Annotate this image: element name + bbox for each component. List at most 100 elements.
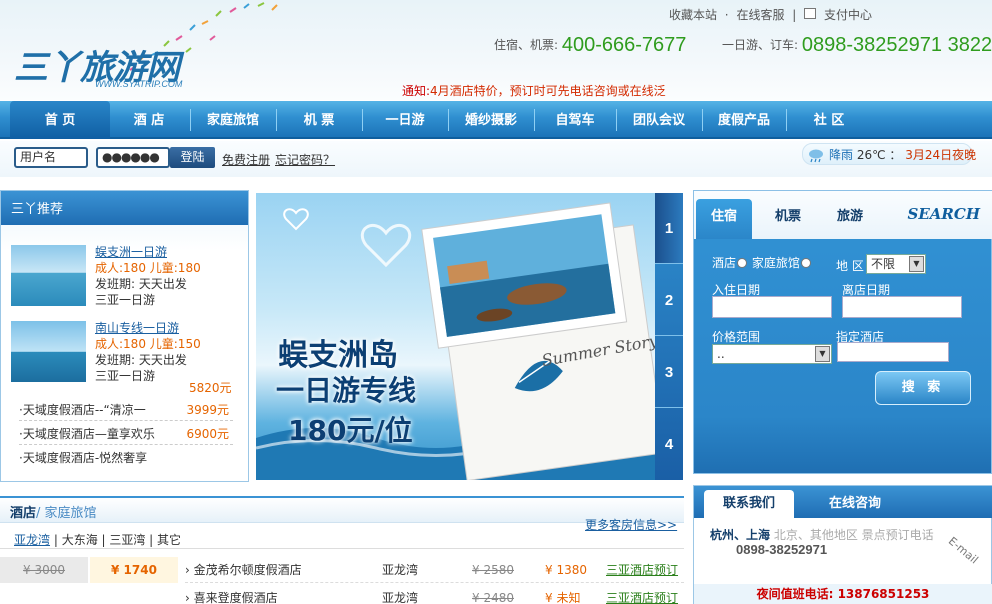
city-others[interactable]: 北京、其他地区 景点预订电话 [770, 528, 934, 542]
recommend-item-title[interactable]: 蜈支洲一日游 [95, 243, 167, 260]
main-nav: 首 页 酒 店 家庭旅馆 机 票 一日游 婚纱摄影 自驾车 团队会议 度假产品 … [0, 101, 992, 139]
register-link[interactable]: 免费注册 [222, 151, 270, 168]
nav-self-drive[interactable]: 自驾车 [538, 101, 612, 139]
weather-separator: ： [889, 148, 902, 162]
hotel-package-item[interactable]: ·天域度假酒店-悦然奢享 [19, 447, 233, 469]
table-row[interactable]: › 喜来登度假酒店 亚龙湾 ¥ 2480 ¥ 未知 三亚酒店预订 [185, 585, 684, 604]
price-range-label: 价格范围 [712, 330, 761, 344]
rain-cloud-icon [809, 149, 823, 163]
nav-family-inn[interactable]: 家庭旅馆 [194, 101, 272, 139]
nav-wedding-photo[interactable]: 婚纱摄影 [452, 101, 530, 139]
site-logo-url: WWW.SYATRIP.COM [95, 79, 183, 89]
hotel-package-item[interactable]: ·天域度假酒店—童享欢乐 6900元 [19, 423, 233, 445]
recommend-item-price: 成人:180 儿童:180 [95, 261, 201, 275]
hotel-name[interactable]: › 喜来登度假酒店 [185, 585, 278, 604]
hotline-tour-number: 0898-38252971 3822 [801, 34, 992, 56]
login-bar: 用户名 ●●●●●● 登陆 免费注册 忘记密码？ 降雨 26℃ ： 3月24日夜… [0, 141, 992, 177]
nav-divider [616, 109, 617, 131]
weather-widget: 降雨 26℃ ： 3月24日夜晚 [802, 143, 976, 165]
price-range-select[interactable]: .. ▼ [712, 344, 832, 364]
tab-contact-us[interactable]: 联系我们 [704, 490, 794, 518]
hotel-section-title: 酒店/ 家庭旅馆 [10, 502, 97, 521]
banner-title-1: 蜈支洲岛 [278, 338, 398, 373]
nav-team-meeting[interactable]: 团队会议 [620, 101, 698, 139]
city-hangzhou-shanghai[interactable]: 杭州、上海 [710, 528, 770, 542]
top-links-dot: · [724, 8, 729, 22]
banner-tab-2[interactable]: 2 [655, 265, 683, 336]
username-input[interactable]: 用户名 [14, 147, 88, 168]
hotel-radio[interactable] [737, 258, 748, 268]
tab-flights[interactable]: 机票 [760, 199, 816, 239]
night-duty-number: 13876851253 [837, 587, 930, 601]
password-input[interactable]: ●●●●●● [96, 147, 170, 168]
checkout-date-input[interactable] [842, 296, 962, 318]
district-select[interactable]: 不限 ▼ [866, 254, 926, 274]
page: 三丫旅游网 WWW.SYATRIP.COM 收藏本站 · 在线客服 | 支付中心… [0, 0, 992, 604]
city-tabs: 杭州、上海 北京、其他地区 景点预订电话 [710, 526, 934, 543]
target-hotel-input[interactable] [837, 342, 949, 362]
recommend-item-schedule: 发班期: 天天出发 [95, 277, 187, 291]
checkin-date-input[interactable] [712, 296, 832, 318]
hotel-type-label: 酒店 [712, 256, 737, 270]
inn-type-label: 家庭旅馆 [751, 256, 800, 270]
hotel-section-header: 酒店/ 家庭旅馆 更多客房信息>> [0, 496, 684, 532]
nav-divider [190, 109, 191, 131]
hotel-package-item[interactable]: ·天域度假酒店--“清凉一 3999元 [19, 399, 233, 421]
tour-thumbnail[interactable] [11, 321, 86, 382]
tab-online-consult[interactable]: 在线咨询 [810, 490, 900, 518]
banner-tab-1[interactable]: 1 [655, 193, 683, 264]
recommend-title: 三丫推荐 [1, 191, 248, 225]
hotel-name[interactable]: › 金茂希尔顿度假酒店 [185, 557, 302, 583]
tab-travel[interactable]: 旅游 [822, 199, 878, 239]
notice-bar[interactable]: 通知:4月酒店特价，预订时可先电话咨询或在线泛 [402, 82, 666, 99]
recommend-panel: 三丫推荐 蜈支洲一日游 成人:180 儿童:180 发班期: 天天出发 三亚一日… [0, 190, 249, 482]
area-yalong-bay[interactable]: 亚龙湾 [14, 533, 50, 547]
hotel-package-name[interactable]: ·天域度假酒店—童享欢乐 [19, 427, 155, 441]
hotel-section-title-sub[interactable]: / 家庭旅馆 [36, 506, 97, 521]
nav-home[interactable]: 首 页 [10, 101, 110, 139]
price-range-value: .. [717, 347, 725, 361]
payment-icon [804, 8, 817, 19]
search-button[interactable]: 搜 索 [875, 371, 971, 405]
hotel-book-link[interactable]: 三亚酒店预订 [606, 557, 678, 583]
hotel-package-name[interactable]: ·天域度假酒店-悦然奢享 [19, 451, 147, 465]
weather-temperature: 26℃ [856, 148, 886, 162]
login-button[interactable]: 登陆 [170, 147, 215, 168]
tour-thumbnail[interactable] [11, 245, 86, 306]
search-logo: SEARCH [907, 205, 980, 223]
nav-flights[interactable]: 机 票 [280, 101, 358, 139]
hotel-section-title-main[interactable]: 酒店 [10, 506, 36, 521]
hotline-lodging: 住宿、机票: 400-666-7677 [494, 34, 686, 57]
area-others[interactable]: | 大东海 | 三亚湾 | 其它 [50, 533, 181, 547]
top-links-sep: | [792, 8, 797, 22]
night-duty-phone: 夜间值班电话: 13876851253 [694, 584, 992, 604]
bookmark-link[interactable]: 收藏本站 [669, 8, 717, 22]
recommend-item-title[interactable]: 南山专线一日游 [95, 319, 179, 336]
hotel-book-link[interactable]: 三亚酒店预订 [606, 585, 678, 604]
hotel-package-name[interactable]: ·天域度假酒店--“清凉一 [19, 403, 146, 417]
nav-holiday-products[interactable]: 度假产品 [706, 101, 782, 139]
more-rooms-link[interactable]: 更多客房信息>> [585, 516, 677, 533]
banner-tab-3[interactable]: 3 [655, 337, 683, 408]
recommend-item[interactable]: 南山专线一日游 成人:180 儿童:150 发班期: 天天出发 三亚一日游 [9, 317, 245, 385]
nav-day-tour[interactable]: 一日游 [366, 101, 444, 139]
online-service-link[interactable]: 在线客服 [736, 8, 784, 22]
email-tag[interactable]: E-mail [946, 534, 981, 566]
recommend-item[interactable]: 蜈支洲一日游 成人:180 儿童:180 发班期: 天天出发 三亚一日游 [9, 241, 245, 309]
banner-tab-4[interactable]: 4 [655, 409, 683, 480]
tab-lodging[interactable]: 住宿 [696, 199, 752, 239]
hotel-package-price: 6900元 [186, 427, 229, 441]
hotline-lodging-number: 400-666-7677 [561, 34, 687, 56]
promo-banner[interactable]: 蜈支洲岛 一日游专线 180元/位 Summer Story [256, 193, 655, 480]
forgot-password-link[interactable]: 忘记密码？ [275, 151, 335, 168]
payment-center-link[interactable]: 支付中心 [824, 8, 872, 22]
nav-divider [786, 109, 787, 131]
chevron-down-icon: ▼ [909, 256, 924, 272]
hotel-new-price: ¥ 未知 [545, 591, 581, 604]
nav-community[interactable]: 社 区 [790, 101, 868, 139]
hotline-lodging-label: 住宿、机票: [494, 38, 559, 52]
table-row[interactable]: › 金茂希尔顿度假酒店 亚龙湾 ¥ 2580 ¥ 1380 三亚酒店预订 [185, 557, 684, 583]
inn-radio[interactable] [800, 258, 811, 268]
nav-hotel[interactable]: 酒 店 [112, 101, 186, 139]
recommend-item-category: 三亚一日游 [95, 293, 156, 307]
